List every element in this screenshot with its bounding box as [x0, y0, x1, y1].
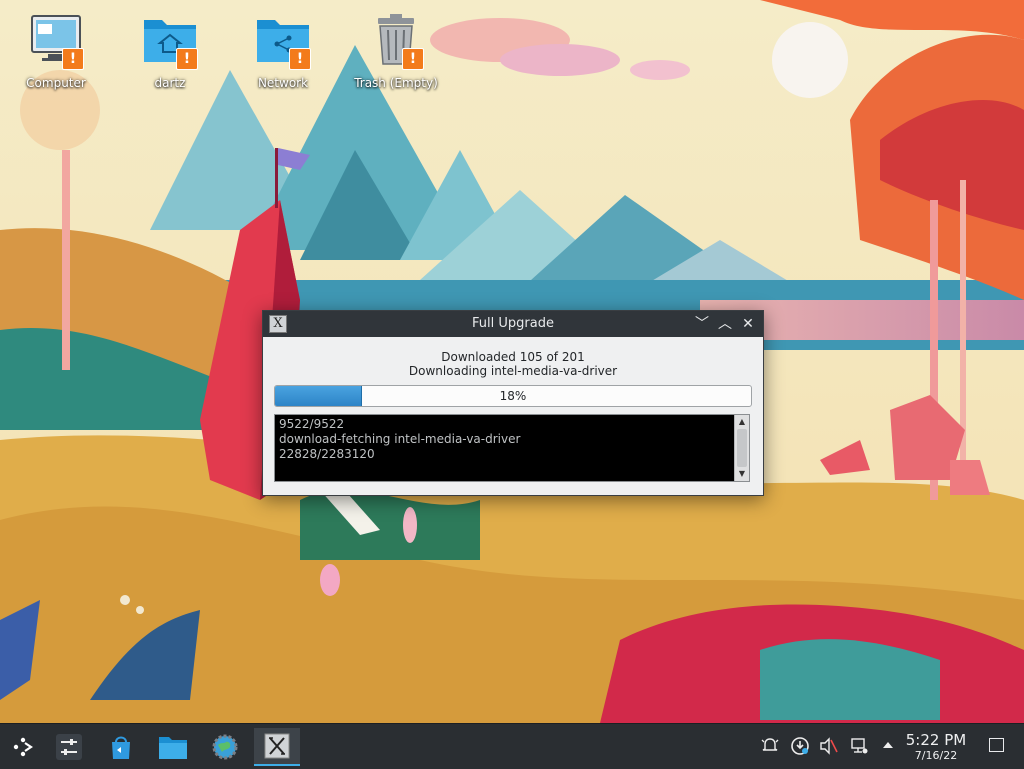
scrollbar-thumb[interactable] [737, 429, 747, 467]
taskbar-full-upgrade-task[interactable] [254, 728, 300, 766]
download-count-label: Downloaded 105 of 201 [441, 350, 585, 364]
desktop-icon-label: Network [257, 76, 309, 90]
warning-badge-icon: ! [289, 48, 311, 70]
log-line: download-fetching intel-media-va-driver [279, 432, 521, 446]
discover-store-icon [112, 736, 130, 759]
application-launcher-button[interactable] [4, 728, 42, 766]
current-package-label: Downloading intel-media-va-driver [408, 364, 618, 378]
progress-percent-label: 18% [499, 389, 527, 403]
window-title: Full Upgrade [472, 316, 554, 331]
notifications-icon[interactable] [759, 736, 781, 758]
scroll-up-arrow-icon[interactable]: ▲ [735, 416, 749, 428]
output-log[interactable]: 9522/9522 download-fetching intel-media-… [274, 414, 750, 482]
network-icon[interactable] [848, 736, 870, 758]
web-browser-icon [212, 734, 238, 760]
show-desktop-button[interactable] [989, 738, 1004, 752]
application-launcher-icon [13, 737, 33, 757]
clock-date: 7/16/22 [914, 749, 958, 762]
expand-tray-icon[interactable] [877, 736, 899, 758]
desktop-icon-label: Computer [26, 76, 86, 90]
system-settings-icon [56, 734, 82, 760]
updates-icon[interactable] [789, 736, 811, 758]
maximize-button[interactable]: ︿ [715, 314, 735, 334]
close-button[interactable]: ✕ [738, 314, 758, 334]
log-line: 9522/9522 [279, 417, 345, 431]
taskbar-system-settings[interactable] [50, 728, 88, 766]
minimize-button[interactable]: ﹀ [692, 314, 712, 334]
desktop-icon-label: Trash (Empty) [354, 76, 438, 90]
desktop-icon-dartz[interactable]: ! dartz [122, 10, 218, 90]
warning-badge-icon: ! [402, 48, 424, 70]
upgrade-app-icon [264, 733, 290, 759]
taskbar: 5:22 PM 7/16/22 [0, 723, 1024, 769]
window-titlebar[interactable]: X Full Upgrade ﹀ ︿ ✕ [263, 311, 763, 337]
warning-badge-icon: ! [62, 48, 84, 70]
full-upgrade-dialog: X Full Upgrade ﹀ ︿ ✕ Downloaded 105 of 2… [262, 310, 764, 496]
taskbar-discover[interactable] [102, 728, 140, 766]
desktop-icon-trash[interactable]: ! Trash (Empty) [348, 10, 444, 90]
scroll-down-arrow-icon[interactable]: ▼ [735, 468, 749, 480]
clock-time: 5:22 PM [905, 731, 967, 749]
desktop-icon-label: dartz [154, 76, 186, 90]
taskbar-web-browser[interactable] [206, 728, 244, 766]
digital-clock[interactable]: 5:22 PM 7/16/22 [898, 732, 974, 763]
log-line: 22828/2283120 [279, 447, 375, 461]
warning-badge-icon: ! [176, 48, 198, 70]
desktop-icon-network[interactable]: ! Network [235, 10, 331, 90]
download-progress-bar: 18% [274, 385, 752, 407]
file-manager-icon [159, 737, 187, 759]
desktop-icon-computer[interactable]: ! Computer [8, 10, 104, 90]
volume-muted-icon[interactable] [817, 736, 839, 758]
taskbar-file-manager[interactable] [154, 728, 192, 766]
log-scrollbar[interactable]: ▲ ▼ [734, 415, 749, 481]
